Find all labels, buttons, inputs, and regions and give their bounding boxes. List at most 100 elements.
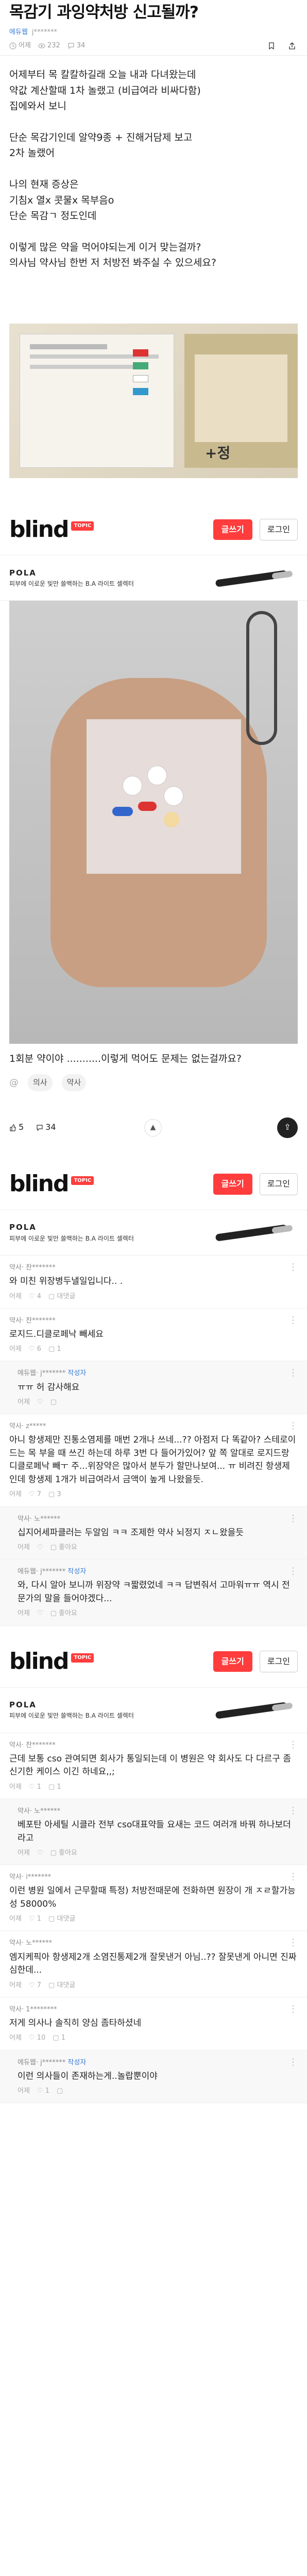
comment-time: 어제 xyxy=(18,1398,30,1406)
write-button[interactable]: 글쓰기 xyxy=(213,1174,252,1195)
comment-reply[interactable]: ▢ 대댓글 xyxy=(48,1980,75,1991)
comment-author-name: · 1******** xyxy=(21,2005,57,2013)
like-action[interactable]: 5 xyxy=(9,1121,24,1134)
tag-pharmacist[interactable]: 약사 xyxy=(61,1074,87,1092)
post-author: j******* xyxy=(31,28,58,37)
ad-banner[interactable]: POLA 피부에 이로운 빛만 쓸백하는 B.A 라이트 셀렉터 xyxy=(0,555,307,601)
more-icon[interactable]: ⋮ xyxy=(288,1567,298,1576)
ad-desc: 피부에 이로운 빛만 쓸백하는 B.A 라이트 셀렉터 xyxy=(9,580,134,588)
fab-share-icon[interactable]: ⇪ xyxy=(277,1117,298,1138)
comment-like[interactable]: ♡ 1 xyxy=(29,1914,41,1924)
more-icon[interactable]: ⋮ xyxy=(288,1740,298,1750)
comment-text: 이런 병원 일에서 근무할때 특정) 처방전때문에 전화하면 원장이 개 ㅈㄹ할… xyxy=(9,1886,296,1909)
bookmark-icon[interactable] xyxy=(268,42,275,50)
more-icon[interactable]: ⋮ xyxy=(288,2057,298,2067)
comment-reply[interactable]: ▢ xyxy=(57,2086,63,2096)
comment-category[interactable]: 약사 xyxy=(9,2006,22,2013)
more-icon[interactable]: ⋮ xyxy=(288,1514,298,1523)
comment-author: 약사· 노****** xyxy=(9,1938,298,1948)
comment-category[interactable]: 에듀웹 xyxy=(18,1568,36,1575)
comment-meta: 어제 ♡ 1 ▢ 1 xyxy=(9,1782,298,1792)
comment-category[interactable]: 약사 xyxy=(9,1317,22,1325)
comment-category[interactable]: 에듀웹 xyxy=(18,1369,36,1377)
comment-category[interactable]: 약사 xyxy=(9,1422,22,1430)
comment-reply-count: 대댓글 xyxy=(57,1292,76,1300)
comment-reply[interactable]: ▢ 대댓글 xyxy=(48,1292,75,1302)
comment-like[interactable]: ♡ xyxy=(37,1397,43,1408)
ad-banner[interactable]: POLA 피부에 이로운 빛만 쓸백하는 B.A 라이트 셀렉터 xyxy=(0,1210,307,1256)
up-icon[interactable]: ▲ xyxy=(144,1118,162,1137)
comment-reply[interactable]: ▢ 1 xyxy=(53,2033,65,2043)
comment-reply[interactable]: ▢ xyxy=(50,1397,57,1408)
more-icon[interactable]: ⋮ xyxy=(288,1938,298,1947)
more-icon[interactable]: ⋮ xyxy=(288,2004,298,2014)
comment-like[interactable]: ♡ xyxy=(37,1543,43,1553)
comment-item: 약사· 찬******* ⋮ 로지드.디클로페낙 빼세요 어제 ♡ 6 ▢ 1 xyxy=(0,1309,307,1362)
comment-text: 십지어세파클러는 두알임 ㅋㅋ 조제한 약사 뇌정지 ㅈㄴ왔을듯 xyxy=(18,1527,244,1538)
share-icon[interactable] xyxy=(288,42,296,50)
post-category[interactable]: 에듀웹 xyxy=(9,27,28,38)
comment-category[interactable]: 약사 xyxy=(9,1741,22,1749)
post-stats: 어제 232 34 xyxy=(0,38,307,55)
blind-logo[interactable]: blind xyxy=(9,1166,69,1201)
comment-reply[interactable]: ▢ 1 xyxy=(48,1782,61,1792)
comment-reply[interactable]: ▢ 3 xyxy=(48,1489,61,1500)
comments-stat: 34 xyxy=(67,41,85,51)
comment-like[interactable]: ♡ 6 xyxy=(29,1344,41,1354)
comment-author-name: · 노****** xyxy=(21,1939,53,1947)
comment-category[interactable]: 약사 xyxy=(9,1264,22,1272)
comment-reply-count: 3 xyxy=(57,1490,61,1499)
comment-like[interactable]: ♡ 1 xyxy=(37,2086,49,2096)
comment-reply[interactable]: ▢ 좋아요 xyxy=(50,1543,77,1553)
comment-category[interactable]: 약사 xyxy=(18,1807,30,1815)
comment-reply-count: 대댓글 xyxy=(57,1981,76,1989)
comment-like[interactable]: ♡ 1 xyxy=(29,1782,41,1792)
comment-time: 어제 xyxy=(9,2034,22,2042)
comment-reply[interactable]: ▢ 좋아요 xyxy=(50,1848,77,1858)
ad-banner[interactable]: POLA 피부에 이로운 빛만 쓸백하는 B.A 라이트 셀렉터 xyxy=(0,1687,307,1733)
ad-brand: POLA xyxy=(9,1223,37,1232)
comment-like[interactable]: ♡ 7 xyxy=(29,1980,41,1991)
comment-reply[interactable]: ▢ 1 xyxy=(48,1344,61,1354)
comment-like[interactable]: ♡ xyxy=(37,1848,43,1858)
comment-category[interactable]: 에듀웹 xyxy=(18,2059,36,2066)
more-icon[interactable]: ⋮ xyxy=(288,1872,298,1882)
tag-doctor[interactable]: 의사 xyxy=(28,1074,53,1092)
write-button[interactable]: 글쓰기 xyxy=(213,1651,252,1672)
comment-like[interactable]: ♡ 7 xyxy=(29,1489,41,1500)
comment-meta: 어제 ♡ 10 ▢ 1 xyxy=(9,2033,298,2043)
comment-text: 엠지케픽아 항생제2개 소염진통제2개 잘못낸거 아님..?? 잘못낸게 아니면… xyxy=(9,1952,297,1976)
login-button[interactable]: 로그인 xyxy=(259,1650,298,1673)
writer-badge: 작성자 xyxy=(67,1369,87,1378)
comment-reply[interactable]: ▢ 좋아요 xyxy=(50,1608,77,1619)
more-icon[interactable]: ⋮ xyxy=(288,1421,298,1431)
time-icon xyxy=(9,42,16,49)
login-button[interactable]: 로그인 xyxy=(259,1173,298,1195)
comment-list-2: 약사· 찬******* ⋮ 근데 보통 cso 관여되면 회사가 통일되는데 이 … xyxy=(0,1733,307,2104)
comment-like[interactable]: ♡ xyxy=(37,1608,43,1619)
more-icon[interactable]: ⋮ xyxy=(288,1368,298,1378)
comment-text: 이런 의사들이 존재하는게..놀랍뿐이야 xyxy=(18,2071,158,2081)
comment-like[interactable]: ♡ 4 xyxy=(29,1292,41,1302)
comment-meta: 어제 ♡ 6 ▢ 1 xyxy=(9,1344,298,1354)
writer-badge: 작성자 xyxy=(67,1568,87,1576)
more-icon[interactable]: ⋮ xyxy=(288,1806,298,1816)
comment-category[interactable]: 약사 xyxy=(18,1515,30,1523)
login-button[interactable]: 로그인 xyxy=(259,518,298,541)
comment-action[interactable]: 34 xyxy=(36,1121,56,1134)
blind-logo[interactable]: blind xyxy=(9,1644,69,1679)
write-button[interactable]: 글쓰기 xyxy=(213,519,252,540)
comment-category[interactable]: 약사 xyxy=(9,1873,22,1881)
comment-author: 약사· 찬******* xyxy=(9,1740,298,1751)
comment-author-name: · j******* xyxy=(36,2058,66,2066)
blind-logo[interactable]: blind xyxy=(9,512,69,547)
post-body-2: 1회분 약이야 ...........이렇게 먹어도 문제는 없는걸까요? xyxy=(9,1053,242,1065)
more-icon[interactable]: ⋮ xyxy=(288,1315,298,1325)
comment-category[interactable]: 약사 xyxy=(9,1939,22,1947)
comment-like[interactable]: ♡ 10 xyxy=(29,2033,45,2043)
more-icon[interactable]: ⋮ xyxy=(288,1262,298,1272)
comment-reply-count: 1 xyxy=(61,2034,65,2042)
comment-meta: 어제 ♡ 1 ▢ xyxy=(18,2086,298,2096)
comment-reply[interactable]: ▢ 대댓글 xyxy=(48,1914,75,1924)
ad-product-image xyxy=(210,1694,298,1725)
